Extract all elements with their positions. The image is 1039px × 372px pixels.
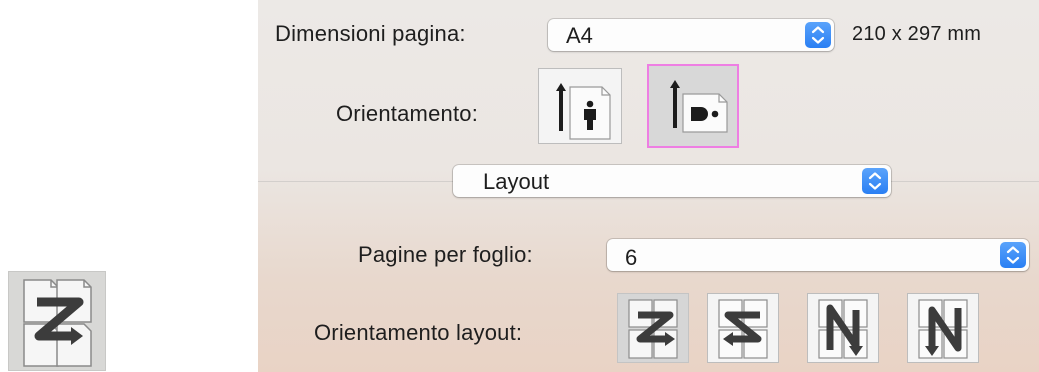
z-order-icon	[628, 299, 678, 359]
stepper-arrows-icon	[862, 168, 888, 194]
section-popup-value: Layout	[483, 169, 550, 194]
n-order-icon	[918, 299, 968, 359]
stepper-arrows-icon	[1000, 242, 1026, 268]
pages-per-sheet-popup[interactable]: 6	[607, 239, 1029, 271]
page-size-popup[interactable]: A4	[548, 19, 834, 51]
page-size-value: A4	[566, 23, 593, 48]
pages-per-sheet-label: Pagine per foglio:	[358, 242, 533, 267]
zoomed-z-order-icon	[8, 271, 106, 371]
page-size-label: Dimensioni pagina:	[275, 21, 466, 46]
portrait-orientation-button[interactable]	[538, 68, 622, 144]
layout-direction-label: Orientamento layout:	[314, 320, 523, 345]
page-dimensions-text: 210 x 297 mm	[852, 23, 982, 45]
landscape-orientation-button[interactable]	[647, 64, 739, 148]
layout-n-order-button[interactable]	[907, 293, 979, 363]
stepper-arrows-icon	[805, 22, 831, 48]
layout-z-order-button[interactable]	[617, 293, 689, 363]
reverse-n-order-icon	[818, 299, 868, 359]
portrait-orientation-icon	[556, 83, 611, 140]
reverse-z-order-icon	[718, 299, 768, 359]
landscape-orientation-icon	[670, 80, 728, 133]
pages-per-sheet-value: 6	[625, 245, 638, 270]
section-popup[interactable]: Layout	[453, 165, 891, 197]
layout-reverse-n-order-button[interactable]	[807, 293, 879, 363]
orientation-label: Orientamento:	[336, 101, 479, 126]
layout-reverse-z-order-button[interactable]	[707, 293, 779, 363]
